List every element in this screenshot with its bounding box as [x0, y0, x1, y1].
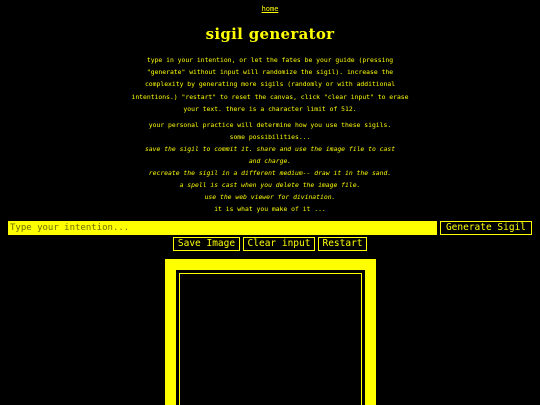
practice-line: some possibilities... — [229, 133, 311, 141]
practice-line: use the web viewer for divination. — [204, 193, 336, 201]
home-link[interactable]: home — [0, 5, 540, 13]
restart-button[interactable]: Restart — [318, 237, 367, 251]
practice-line: recreate the sigil in a different medium… — [148, 169, 392, 177]
clear-input-button[interactable]: Clear input — [243, 237, 315, 251]
practice-line: save the sigil to commit it. share and u… — [144, 145, 396, 153]
generate-sigil-button[interactable]: Generate Sigil — [440, 221, 532, 235]
intro-text: type in your intention, or let the fates… — [131, 56, 409, 113]
practice-line: your personal practice will determine ho… — [148, 121, 392, 129]
practice-text: your personal practice will determine ho… — [110, 119, 430, 215]
practice-line: it is what you make of it ... — [214, 205, 326, 213]
page-title: sigil generator — [205, 25, 335, 43]
intention-input[interactable] — [8, 221, 437, 235]
save-image-button[interactable]: Save Image — [173, 237, 240, 251]
practice-line: a spell is cast when you delete the imag… — [179, 181, 361, 189]
practice-line: and charge. — [248, 157, 292, 165]
sigil-stroke — [179, 273, 362, 405]
